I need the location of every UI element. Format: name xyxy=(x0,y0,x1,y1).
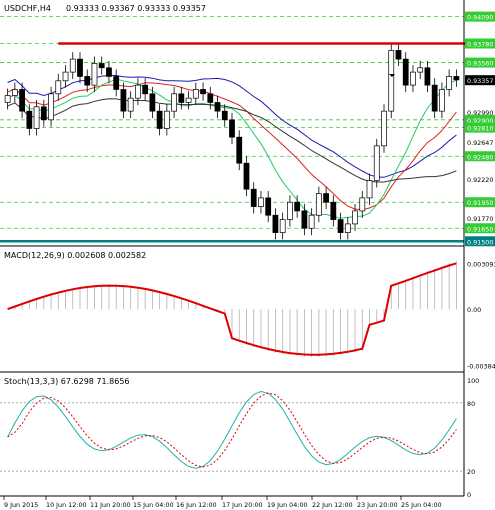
candle-body xyxy=(221,110,228,121)
stoch-axis-label: 0 xyxy=(467,491,471,499)
price-label: 0.91950 xyxy=(467,199,493,207)
candle-body xyxy=(359,197,366,212)
candle-body xyxy=(178,93,185,103)
candle-body xyxy=(272,214,279,233)
candle-body xyxy=(163,110,170,129)
price-label: 0.94090 xyxy=(467,14,493,22)
candle-body xyxy=(48,93,54,121)
time-label: 19 Jun 04:00 xyxy=(267,501,308,509)
candle-body xyxy=(344,223,351,233)
candle-body xyxy=(417,67,424,73)
candle-body xyxy=(84,76,91,86)
candle-body xyxy=(4,95,11,103)
candle-body xyxy=(388,50,395,112)
time-label: 22 Jun 12:00 xyxy=(312,501,353,509)
candle-body xyxy=(301,210,308,229)
candle-body xyxy=(98,63,105,69)
candle-body xyxy=(337,219,344,233)
trading-chart[interactable]: USDCHF,H4 0.93333 0.93367 0.93333 0.9335… xyxy=(0,0,495,510)
candle-body xyxy=(120,89,127,112)
candle-body xyxy=(279,219,286,233)
candle-body xyxy=(156,110,163,129)
candle-body xyxy=(315,193,322,216)
stoch-axis-label: 20 xyxy=(467,468,475,476)
price-label: 0.92810 xyxy=(467,125,493,133)
candle-body xyxy=(229,119,235,138)
candle-body xyxy=(265,197,272,216)
candle-body xyxy=(258,197,264,207)
candle-body xyxy=(106,67,112,77)
candle-body xyxy=(236,136,243,164)
candle-body xyxy=(381,110,387,147)
candle-body xyxy=(453,76,460,81)
price-label: 0.93780 xyxy=(467,40,493,48)
candle-body xyxy=(77,58,83,77)
time-label: 10 Jun 12:00 xyxy=(46,501,87,509)
candle-body xyxy=(439,89,445,112)
symbol-label: USDCHF,H4 xyxy=(4,4,51,13)
price-label: 0.93357 xyxy=(467,77,493,85)
candle-body xyxy=(40,106,47,121)
time-label: 17 Jun 20:00 xyxy=(222,501,263,509)
macd-axis-label: -0.003842 xyxy=(467,363,495,371)
price-label: 0.91650 xyxy=(467,225,493,233)
candle-body xyxy=(207,93,214,103)
stoch-title: Stoch(13,3,3) 67.6298 71.8656 xyxy=(4,377,130,386)
candle-body xyxy=(395,50,402,60)
candle-body xyxy=(373,145,380,181)
candle-body xyxy=(11,89,18,96)
time-label: 11 Jun 20:00 xyxy=(90,501,131,509)
candle-body xyxy=(352,210,358,225)
time-label: 23 Jun 20:00 xyxy=(357,501,398,509)
candle-body xyxy=(294,201,301,212)
candle-body xyxy=(192,89,199,99)
candle-body xyxy=(431,84,438,112)
price-label: 0.92647 xyxy=(467,139,493,147)
candle-body xyxy=(149,93,156,112)
candle-body xyxy=(366,180,373,199)
time-label: 9 Jun 2015 xyxy=(4,501,38,509)
time-label: 16 Jun 12:00 xyxy=(176,501,217,509)
candle-body xyxy=(55,80,62,95)
candle-body xyxy=(62,71,69,82)
candle-body xyxy=(330,201,337,220)
candle-body xyxy=(287,201,293,220)
time-label: 15 Jun 04:00 xyxy=(133,501,174,509)
candle-body xyxy=(243,162,250,190)
candle-body xyxy=(185,97,192,103)
time-label: 25 Jun 04:00 xyxy=(401,501,442,509)
candle-body xyxy=(135,84,141,99)
candle-body xyxy=(69,58,76,73)
candle-body xyxy=(308,214,315,229)
candle-body xyxy=(410,71,416,86)
candle-body xyxy=(127,97,134,112)
candle-body xyxy=(424,67,431,86)
price-label: 0.92480 xyxy=(467,153,493,161)
price-label: 0.91770 xyxy=(467,215,493,223)
price-label: 0.91500 xyxy=(467,238,493,246)
candle-body xyxy=(200,89,206,95)
candle-body xyxy=(142,84,149,95)
candle-body xyxy=(171,93,177,112)
candle-body xyxy=(323,193,329,203)
stoch-axis-label: 100 xyxy=(467,377,479,385)
macd-title: MACD(12,26,9) 0.002608 0.002582 xyxy=(4,251,146,260)
macd-axis-label: 0.003093 xyxy=(467,261,495,269)
candle-body xyxy=(113,76,120,90)
ohlc-readout: 0.93333 0.93367 0.93333 0.93357 xyxy=(66,4,206,13)
macd-axis-label: 0.00 xyxy=(467,306,481,314)
candle-body xyxy=(402,58,409,86)
candle-body xyxy=(33,106,40,129)
candle-body xyxy=(214,102,221,112)
price-label: 0.92220 xyxy=(467,176,493,184)
stoch-axis-label: 80 xyxy=(467,400,475,408)
candle-body xyxy=(19,89,25,112)
candle-body xyxy=(91,63,98,86)
price-label: 0.93560 xyxy=(467,60,493,68)
candle-body xyxy=(446,76,453,90)
candle-body xyxy=(26,110,33,129)
candle-body xyxy=(250,188,257,207)
